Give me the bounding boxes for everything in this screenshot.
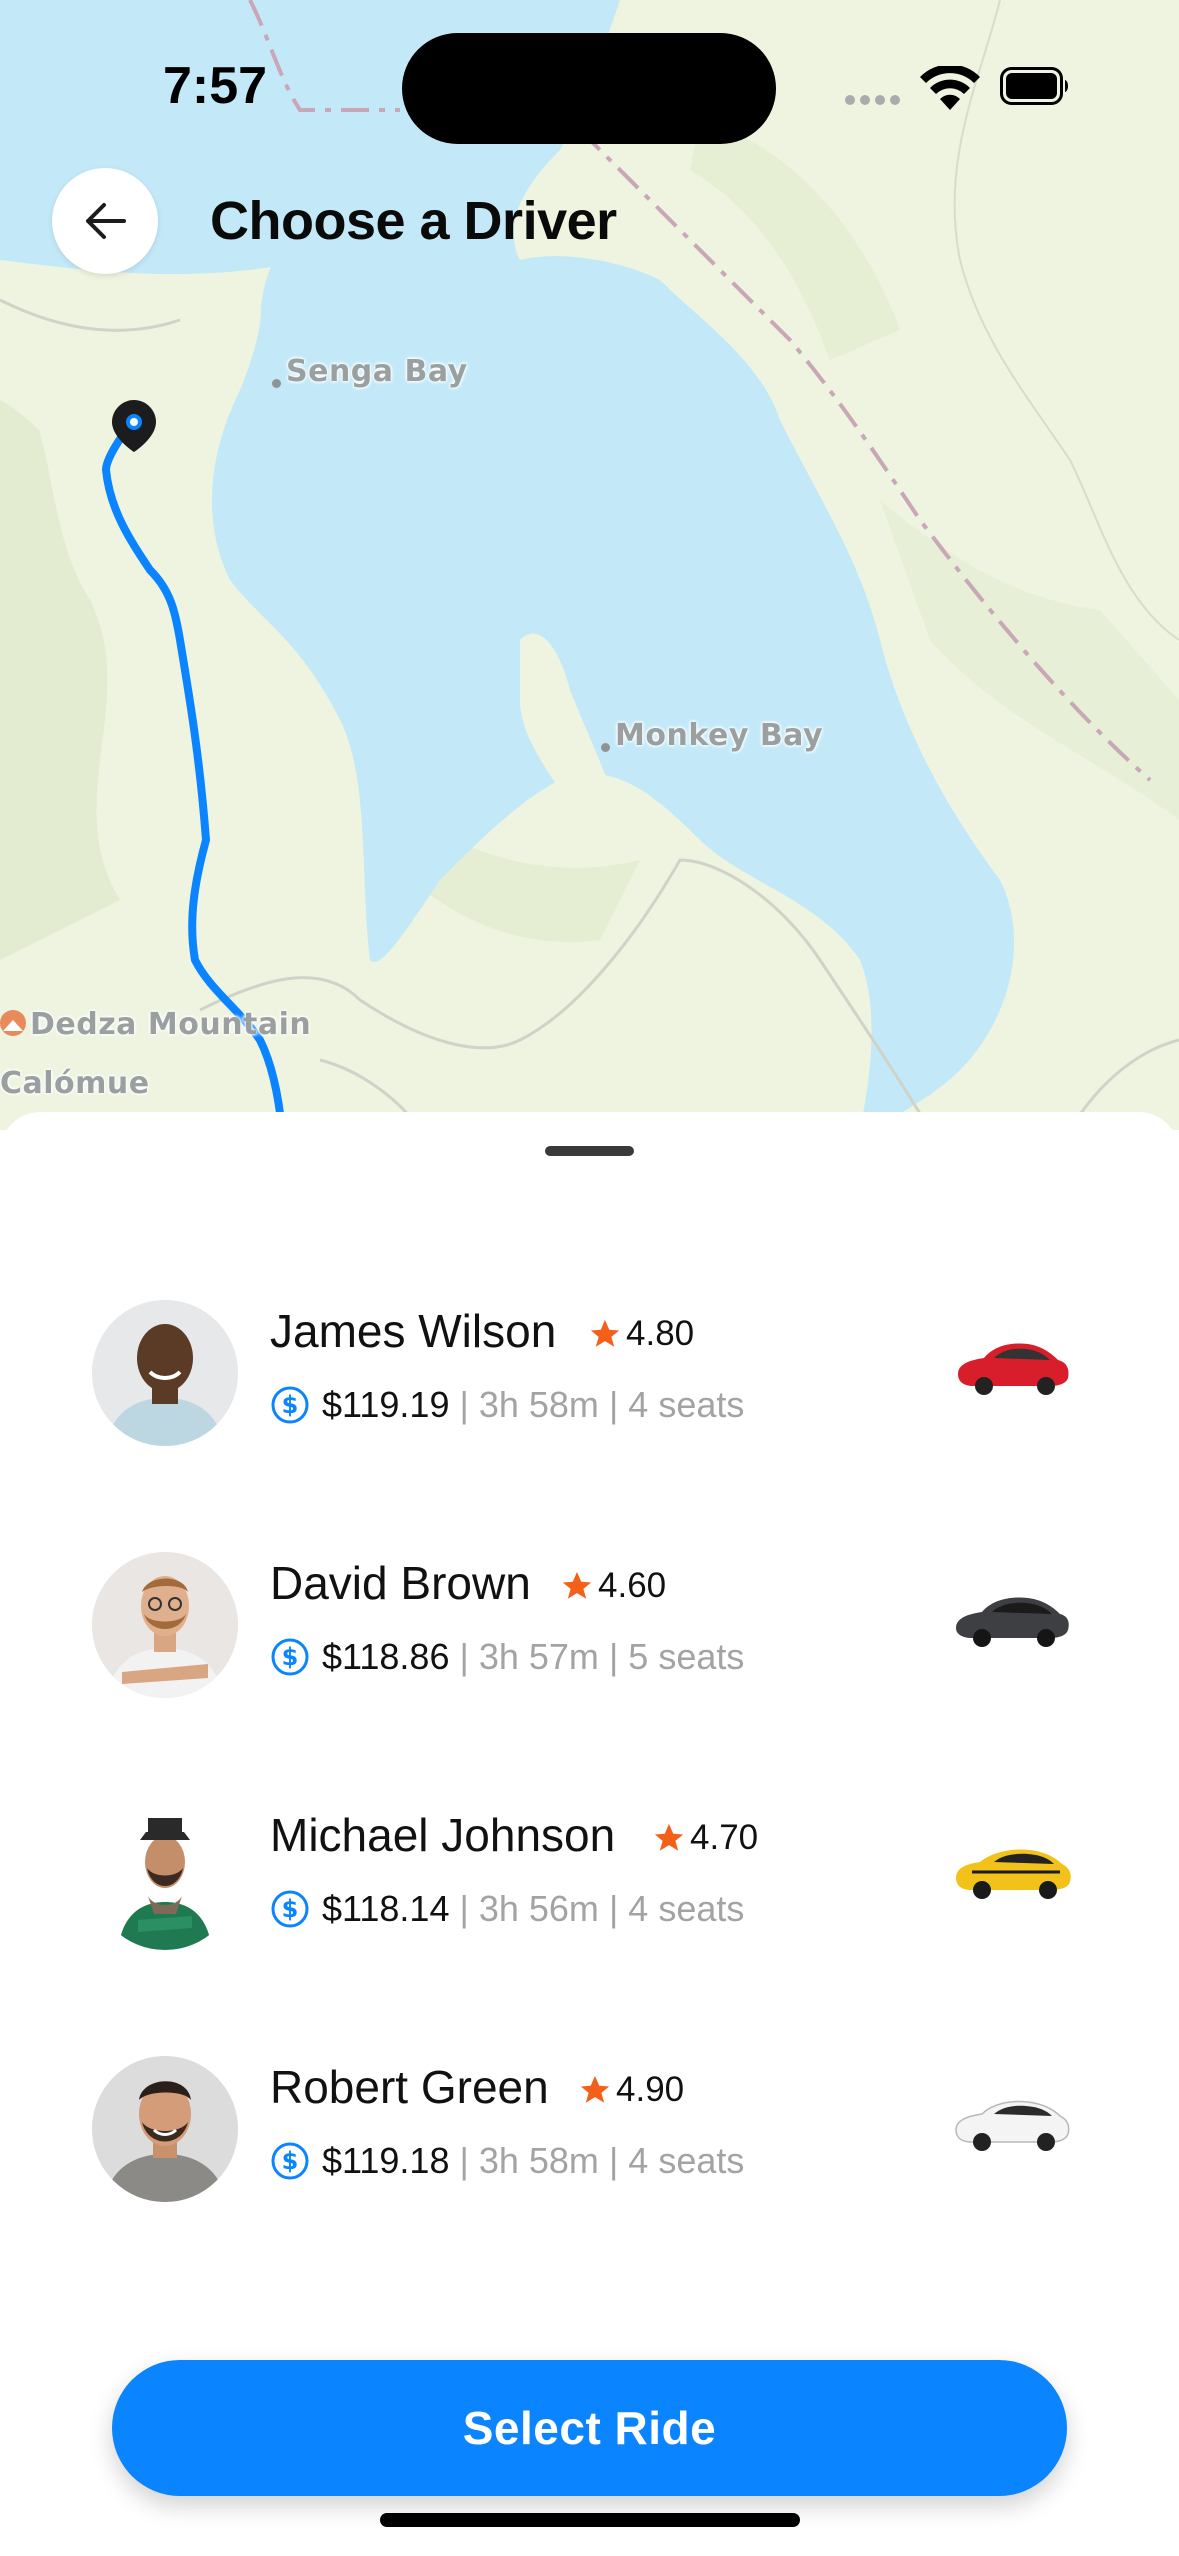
driver-name: David Brown bbox=[270, 1557, 531, 1609]
map-label-calomue: Calómue bbox=[0, 1066, 150, 1101]
seats: 4 seats bbox=[628, 2140, 745, 2181]
separator: | bbox=[608, 1636, 629, 1677]
driver-rating: 4.90 bbox=[578, 2070, 684, 2110]
cellular-signal-icon bbox=[845, 95, 900, 105]
price: $118.14 bbox=[322, 1888, 450, 1929]
driver-rating: 4.60 bbox=[560, 1566, 666, 1606]
star-icon bbox=[590, 1319, 620, 1347]
seats: 4 seats bbox=[628, 1384, 745, 1425]
dollar-circle-icon: $ bbox=[271, 1638, 309, 1676]
back-button[interactable] bbox=[52, 168, 158, 274]
separator: | bbox=[459, 2140, 479, 2181]
duration: 3h 58m bbox=[478, 2140, 599, 2181]
svg-text:$: $ bbox=[282, 1643, 299, 1671]
duration: 3h 58m bbox=[478, 1384, 599, 1425]
avatar bbox=[92, 2056, 238, 2202]
map-label-dedza-mountain: Dedza Mountain bbox=[30, 1007, 312, 1042]
ride-details: $118.86 | 3h 57m | 5 seats bbox=[322, 1636, 744, 1678]
ride-details: $119.19 | 3h 58m | 4 seats bbox=[322, 1384, 744, 1426]
car-image bbox=[956, 1597, 1069, 1647]
dollar-circle-icon: $ bbox=[271, 1386, 309, 1424]
driver-rating: 4.80 bbox=[588, 1314, 694, 1354]
wifi-icon bbox=[920, 66, 980, 110]
home-indicator bbox=[380, 2513, 800, 2527]
driver-row-michael-johnson[interactable]: Michael Johnson 4.70 $ $118.14 | 3h 56m … bbox=[0, 1794, 1179, 1964]
rating-value: 4.60 bbox=[598, 1566, 667, 1605]
star-icon bbox=[562, 1571, 592, 1599]
map-label-monkey-bay: Monkey Bay bbox=[615, 718, 824, 753]
ride-details: $118.14 | 3h 56m | 4 seats bbox=[322, 1888, 744, 1930]
rating-value: 4.80 bbox=[626, 1314, 695, 1353]
dollar-circle-icon: $ bbox=[271, 2142, 309, 2180]
status-time: 7:57 bbox=[163, 57, 268, 115]
star-icon bbox=[580, 2075, 610, 2103]
avatar bbox=[92, 1552, 238, 1698]
separator: | bbox=[459, 1384, 479, 1425]
price: $119.18 bbox=[322, 2140, 450, 2181]
separator: | bbox=[459, 1888, 479, 1929]
battery-icon bbox=[1000, 67, 1068, 105]
map-view[interactable]: Senga Bay Monkey Bay Dedza Mountain Caló… bbox=[0, 0, 1179, 1130]
separator: | bbox=[608, 2140, 629, 2181]
avatar bbox=[92, 1300, 238, 1446]
driver-name: Michael Johnson bbox=[270, 1809, 616, 1861]
car-image bbox=[956, 1849, 1071, 1899]
sheet-grabber[interactable] bbox=[545, 1146, 634, 1156]
driver-name: James Wilson bbox=[270, 1305, 557, 1357]
dollar-circle-icon: $ bbox=[271, 1890, 309, 1928]
separator: | bbox=[459, 1636, 479, 1677]
mountain-icon bbox=[0, 1010, 26, 1036]
svg-text:$: $ bbox=[282, 1391, 299, 1419]
duration: 3h 57m bbox=[478, 1636, 599, 1677]
driver-row-james-wilson[interactable]: James Wilson 4.80 $ $119.19 | 3h 58m | 4… bbox=[0, 1290, 1179, 1460]
dynamic-island bbox=[402, 33, 776, 144]
driver-row-david-brown[interactable]: David Brown 4.60 $ $118.86 | 3h 57m | 5 … bbox=[0, 1542, 1179, 1712]
rating-value: 4.90 bbox=[616, 2070, 685, 2109]
star-icon bbox=[654, 1823, 684, 1851]
price: $119.19 bbox=[322, 1384, 450, 1425]
map-label-senga-bay: Senga Bay bbox=[286, 354, 468, 389]
separator: | bbox=[608, 1384, 629, 1425]
seats: 4 seats bbox=[628, 1888, 745, 1929]
page-title: Choose a Driver bbox=[210, 191, 617, 251]
map-marker-dot bbox=[601, 743, 610, 752]
svg-text:$: $ bbox=[282, 2147, 299, 2175]
driver-row-robert-green[interactable]: Robert Green 4.90 $ $119.18 | 3h 58m | 4… bbox=[0, 2046, 1179, 2216]
car-image bbox=[955, 2100, 1070, 2151]
driver-rating: 4.70 bbox=[652, 1818, 758, 1858]
svg-text:$: $ bbox=[282, 1895, 299, 1923]
price: $118.86 bbox=[322, 1636, 450, 1677]
avatar bbox=[92, 1804, 238, 1950]
separator: | bbox=[608, 1888, 629, 1929]
map-marker-dot bbox=[272, 379, 281, 388]
driver-name: Robert Green bbox=[270, 2061, 549, 2113]
seats: 5 seats bbox=[628, 1636, 745, 1677]
car-image bbox=[958, 1343, 1069, 1395]
ride-details: $119.18 | 3h 58m | 4 seats bbox=[322, 2140, 744, 2182]
arrow-left-icon bbox=[86, 203, 126, 239]
select-ride-button[interactable]: Select Ride bbox=[112, 2360, 1067, 2496]
duration: 3h 56m bbox=[478, 1888, 599, 1929]
map-canvas bbox=[0, 0, 1179, 1130]
rating-value: 4.70 bbox=[690, 1818, 759, 1857]
